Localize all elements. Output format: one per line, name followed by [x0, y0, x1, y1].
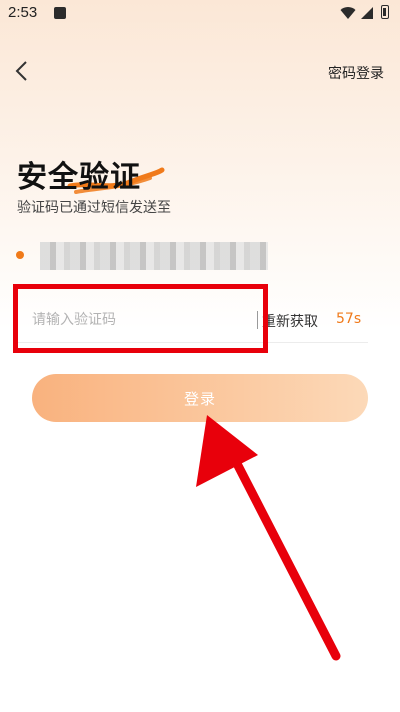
back-button[interactable]: [10, 58, 36, 84]
password-login-link[interactable]: 密码登录: [328, 63, 384, 83]
resend-code-button[interactable]: 重新获取: [262, 311, 318, 331]
status-time: 2:53: [8, 4, 38, 21]
page-title: 安全验证: [17, 160, 141, 195]
signal-icon: [361, 7, 373, 19]
battery-icon: [381, 5, 389, 19]
chevron-left-icon: [15, 61, 27, 81]
input-highlight-annotation: [13, 284, 268, 353]
masked-phone-number: [40, 242, 268, 270]
phone-bullet-dot: [16, 251, 24, 259]
page-subtitle: 验证码已通过短信发送至: [17, 200, 171, 216]
notification-icon: [54, 7, 66, 19]
login-button[interactable]: 登录: [32, 374, 368, 422]
resend-countdown: 57s: [336, 311, 362, 327]
annotation-arrow: [196, 415, 341, 661]
wifi-icon: [340, 7, 356, 20]
